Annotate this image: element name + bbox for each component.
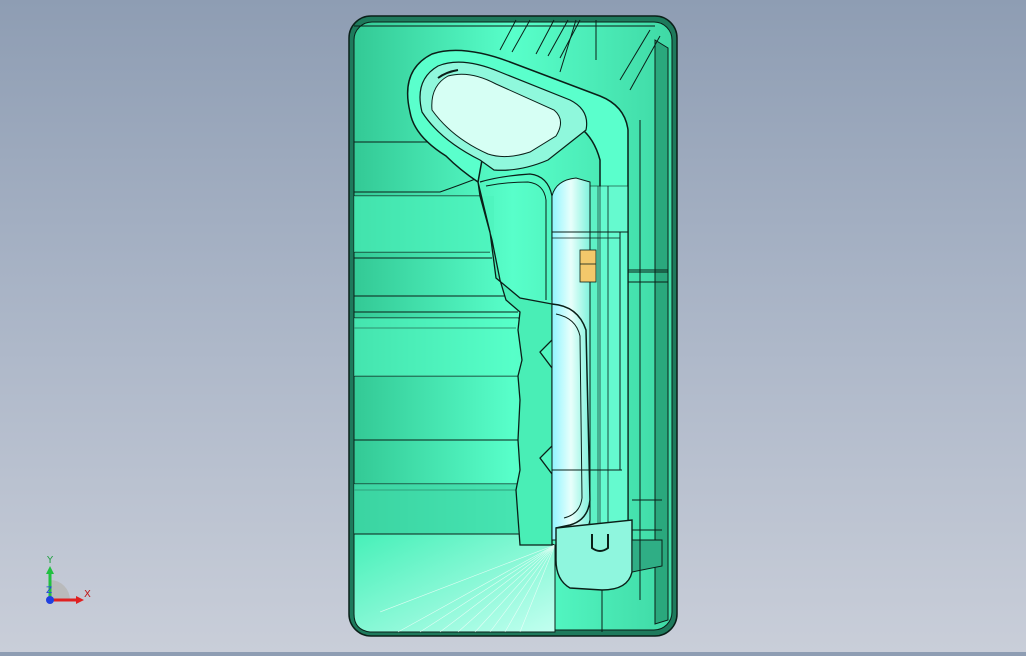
bottom-fan-surface (353, 533, 556, 633)
light-channel[interactable] (551, 177, 629, 541)
triad-plane-icon (50, 580, 70, 600)
ledge-face-2 (354, 318, 518, 376)
z-axis-icon (46, 596, 54, 604)
x-axis-label: X (84, 589, 91, 600)
model-canvas[interactable] (0, 0, 1026, 652)
pin-marker[interactable] (579, 249, 597, 283)
z-axis-label: Z (46, 586, 53, 596)
ledge-face-3 (354, 484, 518, 534)
axis-triad (46, 566, 84, 604)
ledge-face-1 (354, 196, 494, 252)
y-axis-label: Y (47, 555, 54, 566)
cad-viewport[interactable]: Y X Z (0, 0, 1026, 652)
